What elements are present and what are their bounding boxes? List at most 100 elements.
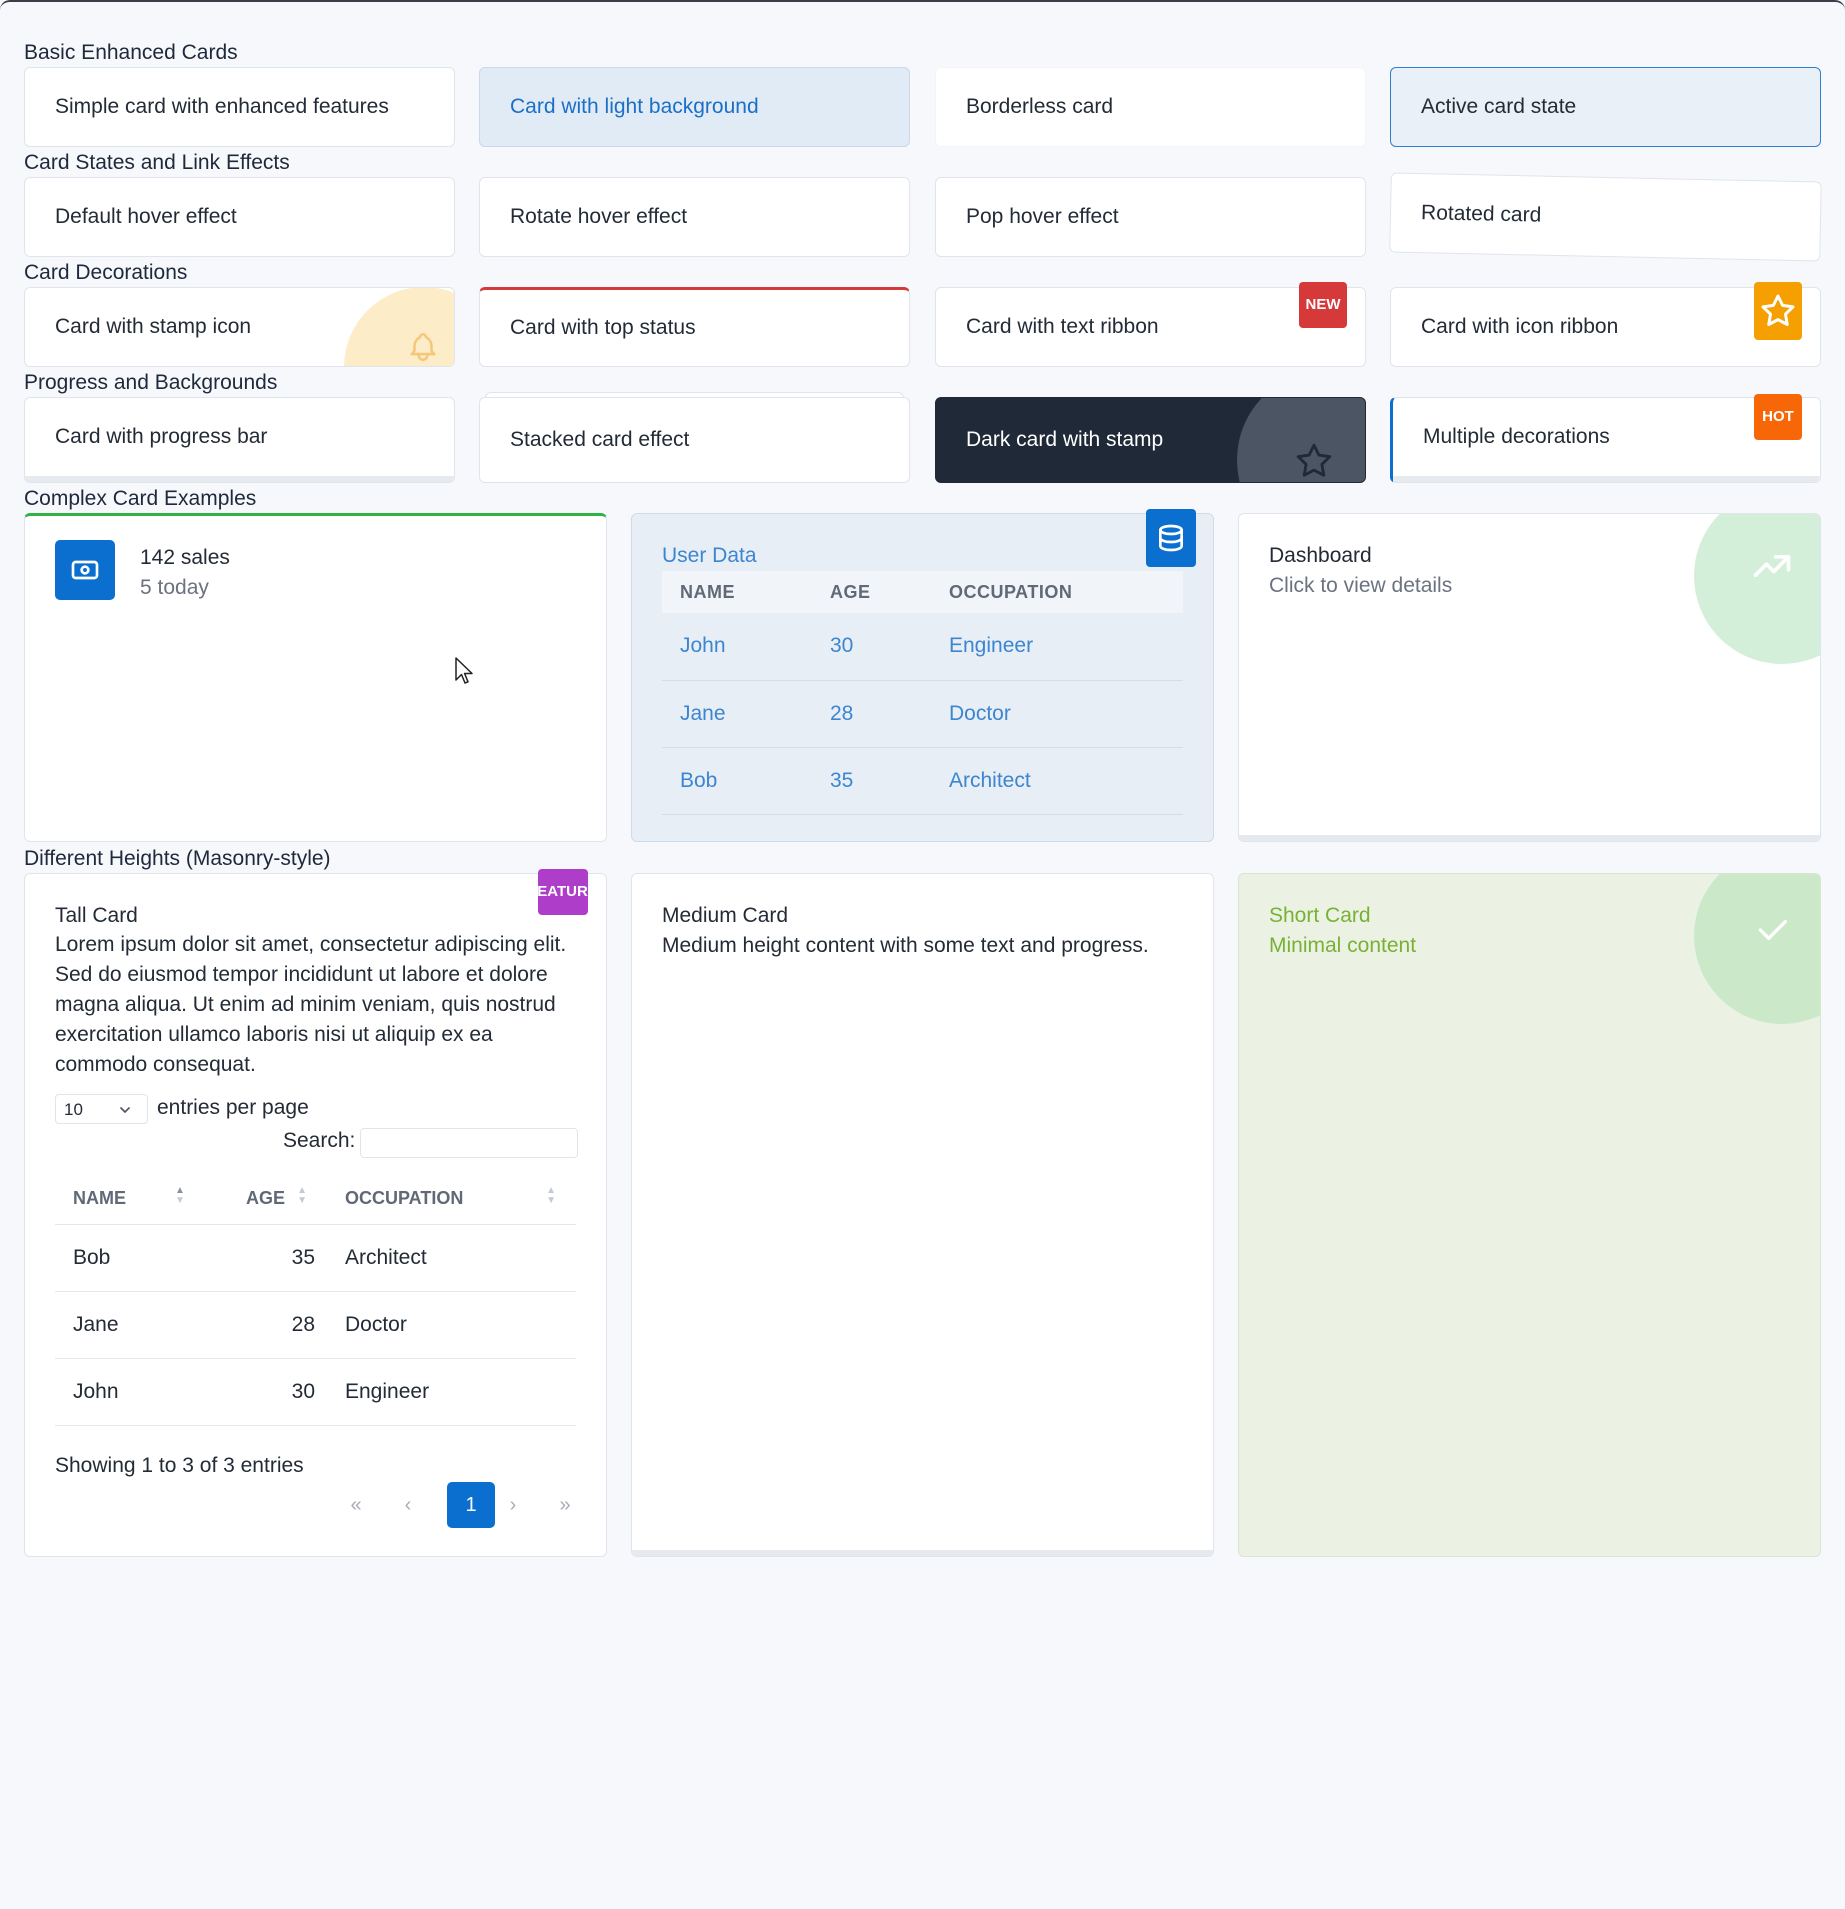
short-card-body: Minimal content: [1269, 934, 1417, 957]
table-cell: Bob: [662, 747, 812, 815]
cash-icon: [55, 540, 115, 600]
sales-card[interactable]: 142 sales 5 today: [24, 513, 607, 842]
table-row[interactable]: John 30 Engineer: [55, 1358, 576, 1426]
short-card-title: Short Card: [1269, 904, 1371, 927]
active-card[interactable]: Active card state: [1390, 67, 1821, 147]
first-page-button[interactable]: «: [332, 1482, 380, 1528]
chevron-down-icon: [120, 1107, 130, 1113]
star-icon: [1296, 443, 1332, 477]
sort-icon: ▲ ▼: [175, 1185, 185, 1206]
icon-ribbon: [1754, 282, 1802, 340]
section-title-states: Card States and Link Effects: [24, 151, 290, 174]
rotated-card[interactable]: Rotated card: [1389, 172, 1822, 262]
previous-page-button[interactable]: ‹: [384, 1482, 432, 1528]
trending-up-icon: [1753, 555, 1791, 577]
medium-card-title: Medium Card: [662, 904, 789, 927]
progress-bar-card[interactable]: Card with progress bar: [24, 397, 455, 483]
medium-card-body: Medium height content with some text and…: [662, 934, 1149, 957]
section-title-complex: Complex Card Examples: [24, 487, 257, 510]
progress-bar: [1393, 476, 1820, 482]
table-cell: 30: [212, 1358, 327, 1426]
sales-today: 5 today: [140, 576, 209, 599]
ribbon-text: HOT: [1762, 408, 1794, 425]
rotate-hover-card[interactable]: Rotate hover effect: [479, 177, 910, 257]
column-header-age[interactable]: AGE ▲ ▼: [212, 1174, 327, 1225]
card-label: Stacked card effect: [510, 428, 690, 451]
table-cell: John: [55, 1358, 212, 1426]
medium-card[interactable]: Medium Card Medium height content with s…: [631, 873, 1214, 1557]
card-label: Card with top status: [510, 316, 696, 339]
table-cell: Jane: [55, 1291, 212, 1359]
ribbon-text: NEW: [1305, 296, 1341, 313]
section-title-basic: Basic Enhanced Cards: [24, 41, 238, 64]
column-header[interactable]: NAME: [662, 571, 812, 613]
stamp: [1694, 874, 1820, 1024]
table-row[interactable]: Bob 35 Architect: [662, 747, 1183, 815]
text-ribbon-card[interactable]: Card with text ribbon NEW: [935, 282, 1366, 367]
data-table: NAME ▲ ▼ AGE ▲ ▼ OCCUPATION ▲ ▼ Bob 35 Arch…: [55, 1174, 576, 1426]
column-header[interactable]: OCCUPATION: [931, 571, 1183, 613]
feature-ribbon: FEATURE: [538, 869, 588, 915]
card-label: Rotate hover effect: [510, 205, 688, 228]
search-input[interactable]: [360, 1128, 578, 1158]
card-label: Active card state: [1421, 95, 1577, 118]
top-status-card[interactable]: Card with top status: [479, 287, 910, 367]
simple-card[interactable]: Simple card with enhanced features: [24, 67, 455, 147]
bell-icon: [410, 333, 436, 362]
column-header-name[interactable]: NAME ▲ ▼: [55, 1174, 212, 1225]
dashboard-title: Dashboard: [1269, 544, 1372, 567]
table-row[interactable]: Jane 28 Doctor: [662, 680, 1183, 748]
check-icon: [1758, 920, 1787, 940]
table-cell: Doctor: [327, 1291, 576, 1359]
card-label: Rotated card: [1420, 201, 1542, 227]
short-card[interactable]: Short Card Minimal content: [1238, 873, 1821, 1557]
card-label: Default hover effect: [55, 205, 237, 228]
table-row[interactable]: Jane 28 Doctor: [55, 1291, 576, 1359]
hot-ribbon: HOT: [1754, 394, 1802, 440]
section-title-heights: Different Heights (Masonry-style): [24, 847, 331, 870]
mouse-cursor-icon: [455, 657, 473, 684]
table-row[interactable]: Bob 35 Architect: [55, 1224, 576, 1292]
card-label: Card with icon ribbon: [1421, 315, 1619, 338]
pagination: « ‹ 1 › »: [332, 1482, 582, 1528]
database-icon: [1146, 509, 1196, 567]
table-cell: 35: [812, 747, 931, 815]
card-label: Borderless card: [966, 95, 1114, 118]
column-header-label: NAME: [73, 1188, 126, 1209]
last-page-button[interactable]: »: [541, 1482, 589, 1528]
column-header[interactable]: AGE: [812, 571, 931, 613]
card-label: Dark card with stamp: [966, 428, 1164, 451]
stamp-card[interactable]: Card with stamp icon: [24, 287, 455, 367]
stamp: [344, 288, 454, 366]
page-size-value: 10: [64, 1100, 83, 1119]
table-cell: 28: [812, 680, 931, 748]
light-background-card[interactable]: Card with light background: [479, 67, 910, 147]
multiple-decorations-card[interactable]: Multiple decorations HOT: [1390, 394, 1821, 483]
user-data-card[interactable]: User Data NAME AGE OCCUPATION John 30 En…: [631, 509, 1214, 842]
table-cell: Doctor: [931, 680, 1183, 748]
icon-ribbon-card[interactable]: Card with icon ribbon: [1390, 282, 1821, 367]
stamp: [1694, 514, 1820, 664]
column-header-occupation[interactable]: OCCUPATION ▲ ▼: [327, 1174, 576, 1225]
next-page-button[interactable]: ›: [489, 1482, 537, 1528]
table-cell: 35: [212, 1224, 327, 1292]
tall-card-body: Lorem ipsum dolor sit amet, consectetur …: [55, 933, 567, 1076]
default-hover-card[interactable]: Default hover effect: [24, 177, 455, 257]
page-size-select[interactable]: 10: [55, 1094, 148, 1124]
dashboard-subtitle: Click to view details: [1269, 574, 1453, 597]
table-row[interactable]: John 30 Engineer: [662, 613, 1183, 681]
section-title-decorations: Card Decorations: [24, 261, 188, 284]
page-1-button[interactable]: 1: [447, 1482, 495, 1528]
table-cell: Engineer: [931, 613, 1183, 681]
pop-hover-card[interactable]: Pop hover effect: [935, 177, 1366, 257]
table-cell: Engineer: [327, 1358, 576, 1426]
borderless-card[interactable]: Borderless card: [935, 67, 1366, 147]
dark-stamp-card[interactable]: Dark card with stamp: [935, 397, 1366, 483]
stacked-card[interactable]: Stacked card effect: [479, 397, 910, 483]
progress-bar: [25, 476, 454, 482]
tall-card[interactable]: FEATURE Tall Card Lorem ipsum dolor sit …: [24, 869, 607, 1557]
dashboard-card[interactable]: Dashboard Click to view details: [1238, 513, 1821, 842]
star-icon: [1761, 294, 1795, 326]
card-label: Card with stamp icon: [55, 315, 252, 338]
column-header-label: OCCUPATION: [345, 1188, 464, 1209]
